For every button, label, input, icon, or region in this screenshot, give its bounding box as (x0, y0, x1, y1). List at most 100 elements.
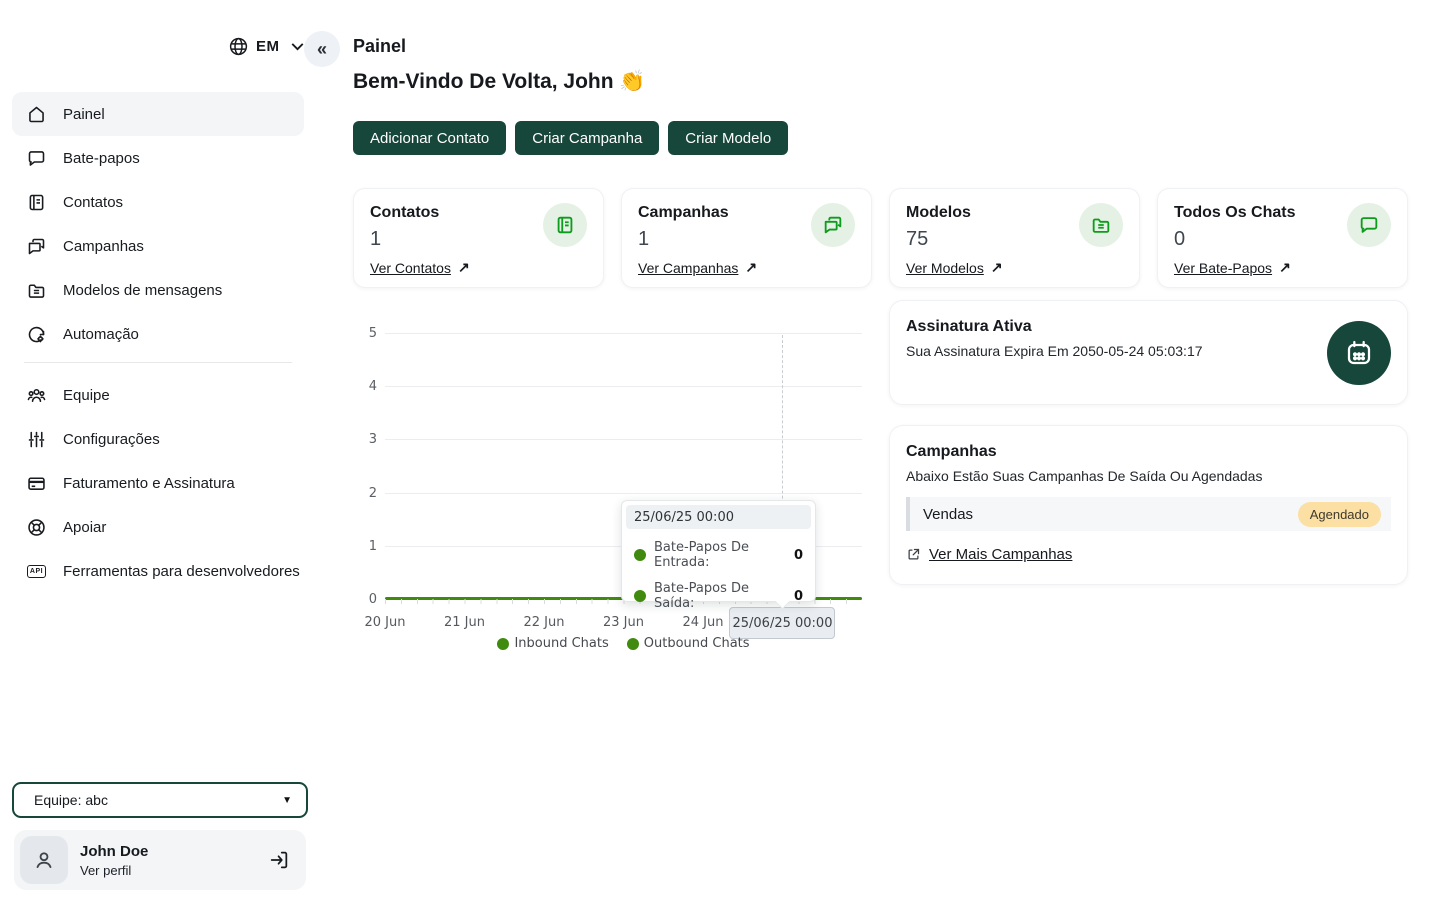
stat-card-modelos: Modelos 75 Ver Modelos ↗ (889, 188, 1140, 288)
sidebar-item-campanhas[interactable]: Campanhas (12, 224, 304, 268)
sidebar-item-label: Campanhas (63, 238, 144, 255)
sidebar-item-label: Painel (63, 106, 105, 123)
logout-icon[interactable] (268, 849, 290, 871)
legend-dot-icon (627, 638, 639, 650)
sidebar-item-label: Equipe (63, 387, 110, 404)
subscription-expiry: Sua Assinatura Expira Em 2050-05-24 05:0… (906, 343, 1391, 359)
y-tick: 4 (351, 379, 377, 394)
campaign-row[interactable]: Vendas Agendado (906, 497, 1391, 531)
sidebar-item-label: Configurações (63, 431, 160, 448)
language-code: EM (256, 38, 280, 55)
home-icon (26, 104, 47, 125)
profile-texts: John Doe Ver perfil (80, 843, 256, 878)
tooltip-title: 25/06/25 00:00 (626, 505, 811, 529)
sidebar-item-modelos[interactable]: Modelos de mensagens (12, 268, 304, 312)
campaigns-icon (26, 236, 47, 257)
contacts-book-icon (26, 192, 47, 213)
sidebar-item-automacao[interactable]: Automação (12, 312, 304, 356)
profile-name: John Doe (80, 843, 256, 860)
templates-folder-icon (26, 280, 47, 301)
external-link-icon (906, 547, 921, 562)
sidebar-item-faturamento[interactable]: Faturamento e Assinatura (12, 461, 304, 505)
sidebar-item-label: Apoiar (63, 519, 106, 536)
arrow-up-right-icon: ↗ (991, 259, 1003, 276)
view-chats-link[interactable]: Ver Bate-Papos (1174, 260, 1272, 276)
subscription-card: Assinatura Ativa Sua Assinatura Expira E… (889, 300, 1408, 405)
series-dot-icon (634, 549, 646, 561)
add-contact-button[interactable]: Adicionar Contato (353, 121, 506, 155)
create-campaign-button[interactable]: Criar Campanha (515, 121, 659, 155)
legend-outbound[interactable]: Outbound Chats (627, 636, 750, 651)
campaigns-panel: Campanhas Abaixo Estão Suas Campanhas De… (889, 425, 1408, 585)
sidebar-item-painel[interactable]: Painel (12, 92, 304, 136)
legend-inbound[interactable]: Inbound Chats (497, 636, 608, 651)
view-templates-link[interactable]: Ver Modelos (906, 260, 984, 276)
stat-card-campanhas: Campanhas 1 Ver Campanhas ↗ (621, 188, 872, 288)
sidebar-item-apoiar[interactable]: Apoiar (12, 505, 304, 549)
chart-plot-area[interactable]: 5 4 3 2 1 0 20 Jun 21 Jun 22 Jun 23 Jun … (385, 333, 862, 599)
automation-icon (26, 324, 47, 345)
chat-bubble-icon (26, 148, 47, 169)
status-badge: Agendado (1298, 502, 1381, 527)
team-icon (26, 385, 47, 406)
sidebar-divider (24, 362, 292, 363)
view-contacts-link[interactable]: Ver Contatos (370, 260, 451, 276)
language-selector[interactable]: EM (228, 36, 308, 57)
campaign-name: Vendas (923, 506, 973, 523)
arrow-up-right-icon: ↗ (458, 259, 470, 276)
y-tick: 0 (351, 592, 377, 607)
credit-card-icon (26, 473, 47, 494)
view-campaigns-link[interactable]: Ver Campanhas (638, 260, 738, 276)
sidebar-item-label: Contatos (63, 194, 123, 211)
team-select-value: Equipe: abc (34, 792, 108, 808)
series-dot-icon (634, 590, 646, 602)
arrow-up-right-icon: ↗ (745, 259, 757, 276)
chart-tooltip: 25/06/25 00:00 Bate-Papos De Entrada: 0 … (621, 500, 816, 602)
campaigns-panel-subtitle: Abaixo Estão Suas Campanhas De Saída Ou … (906, 468, 1391, 484)
select-arrow-icon: ▼ (282, 795, 292, 806)
x-tick: 22 Jun (504, 615, 584, 630)
stat-card-todos-os-chats: Todos Os Chats 0 Ver Bate-Papos ↗ (1157, 188, 1408, 288)
view-more-campaigns-link[interactable]: Ver Mais Campanhas (929, 546, 1072, 563)
sidebar-item-equipe[interactable]: Equipe (12, 373, 304, 417)
x-tick: 23 Jun (584, 615, 664, 630)
sidebar-item-configuracoes[interactable]: Configurações (12, 417, 304, 461)
view-profile-link[interactable]: Ver perfil (80, 863, 256, 878)
arrow-up-right-icon: ↗ (1279, 259, 1291, 276)
stat-cards: Contatos 1 Ver Contatos ↗ Campanhas 1 Ve… (353, 188, 1408, 288)
sidebar-collapse-button[interactable]: « (304, 31, 340, 67)
sidebar-item-bate-papos[interactable]: Bate-papos (12, 136, 304, 180)
sidebar-item-label: Bate-papos (63, 150, 140, 167)
chart-legend: Inbound Chats Outbound Chats (385, 636, 862, 651)
view-more-campaigns: Ver Mais Campanhas (906, 546, 1391, 563)
welcome-message: Bem-Vindo De Volta, John 👏 (353, 70, 646, 94)
avatar (20, 836, 68, 884)
sidebar-item-label: Modelos de mensagens (63, 282, 222, 299)
sidebar-item-label: Automação (63, 326, 139, 343)
x-tick: 21 Jun (425, 615, 505, 630)
campaigns-panel-title: Campanhas (906, 443, 1391, 461)
sidebar: EM « Painel (0, 0, 318, 900)
sidebar-item-ferramentas-dev[interactable]: API Ferramentas para desenvolvedores (12, 549, 304, 593)
globe-icon (228, 36, 249, 57)
profile-card[interactable]: John Doe Ver perfil (14, 830, 306, 890)
create-template-button[interactable]: Criar Modelo (668, 121, 788, 155)
y-tick: 3 (351, 432, 377, 447)
sidebar-item-label: Faturamento e Assinatura (63, 475, 235, 492)
templates-folder-icon (1079, 203, 1123, 247)
tooltip-row-outbound: Bate-Papos De Saída: 0 (622, 581, 815, 611)
page-title: Painel (353, 36, 406, 57)
campaigns-icon (811, 203, 855, 247)
support-lifebuoy-icon (26, 517, 47, 538)
sidebar-item-contatos[interactable]: Contatos (12, 180, 304, 224)
sidebar-item-label: Ferramentas para desenvolvedores (63, 563, 300, 580)
stat-card-contatos: Contatos 1 Ver Contatos ↗ (353, 188, 604, 288)
api-icon: API (26, 561, 47, 582)
team-select[interactable]: Equipe: abc ▼ (12, 782, 308, 818)
chat-bubble-icon (1347, 203, 1391, 247)
legend-dot-icon (497, 638, 509, 650)
calendar-icon (1327, 321, 1391, 385)
tooltip-row-inbound: Bate-Papos De Entrada: 0 (622, 540, 815, 570)
axis-pointer-label: 25/06/25 00:00 (729, 607, 835, 639)
action-buttons: Adicionar Contato Criar Campanha Criar M… (353, 121, 788, 155)
